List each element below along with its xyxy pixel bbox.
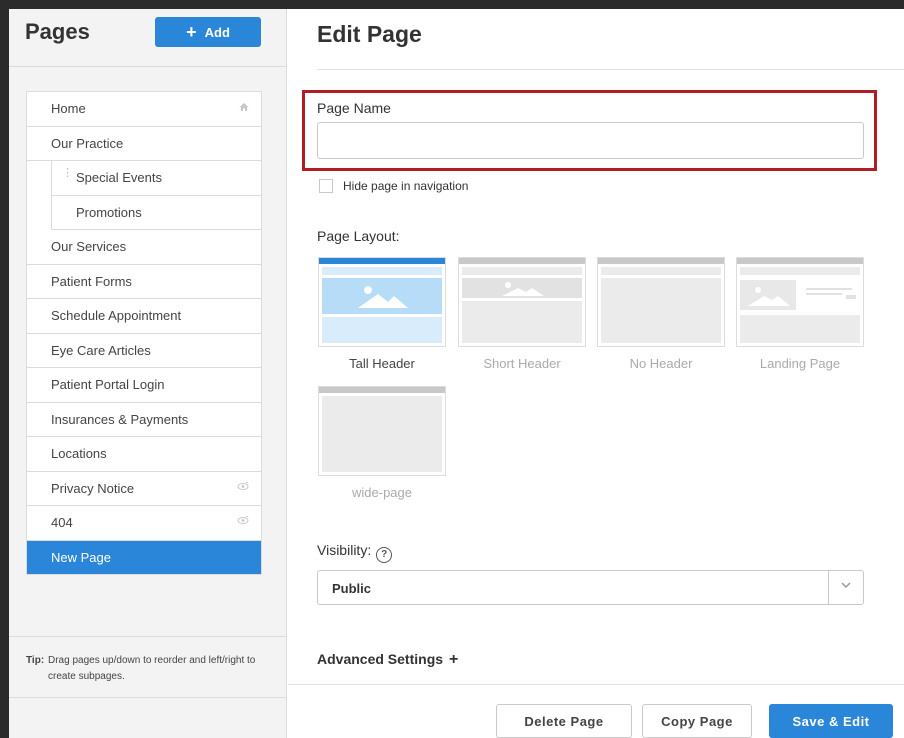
sidebar-header: Pages + Add (9, 9, 286, 67)
visibility-select[interactable]: Public (317, 570, 864, 605)
hidden-eye-icon (237, 515, 249, 528)
layout-short-header[interactable] (458, 257, 586, 347)
page-item-eye-care-articles[interactable]: Eye Care Articles (27, 333, 261, 368)
visibility-value: Public (332, 581, 372, 596)
page-item-label: Patient Portal Login (51, 377, 165, 393)
page-item-label: Promotions (76, 204, 142, 220)
frame-border-left (0, 0, 9, 738)
delete-page-button[interactable]: Delete Page (496, 704, 632, 738)
page-layout-label: Page Layout: (317, 228, 400, 244)
layout-top-bar (598, 258, 724, 264)
plus-icon: + (449, 651, 459, 668)
page-item-label: Home (51, 101, 86, 117)
hide-in-navigation-checkbox[interactable] (319, 179, 333, 193)
layout-hero-block (740, 278, 860, 312)
page-name-label: Page Name (317, 100, 391, 116)
page-item-label: Privacy Notice (51, 480, 135, 496)
layout-content-block (322, 317, 442, 343)
action-footer: Delete Page Copy Page Save & Edit (288, 684, 904, 738)
select-divider (828, 571, 829, 604)
image-placeholder-icon (358, 286, 408, 308)
layout-top-bar (319, 258, 445, 264)
add-button-label: Add (204, 24, 230, 40)
layout-wide-page-label: wide-page (352, 485, 412, 500)
copy-page-button[interactable]: Copy Page (642, 704, 752, 738)
page-item-label: New Page (51, 549, 111, 565)
layout-top-bar (319, 387, 445, 393)
page-item-privacy-notice[interactable]: Privacy Notice (27, 471, 261, 506)
frame-border-top (0, 0, 904, 9)
layout-content-block (740, 315, 860, 343)
page-item-label: 404 (51, 515, 73, 531)
page-item-patient-forms[interactable]: Patient Forms (27, 264, 261, 299)
page-item-label: Schedule Appointment (51, 308, 182, 324)
page-item-label: Locations (51, 446, 107, 462)
help-icon[interactable]: ? (376, 547, 393, 563)
page-item-label: Patient Forms (51, 273, 132, 289)
layout-landing-page-label: Landing Page (759, 356, 841, 371)
layout-content-block (462, 301, 582, 343)
image-placeholder-icon (740, 280, 856, 310)
drag-handle-icon[interactable]: ⋮ (62, 168, 73, 179)
visibility-label-text: Visibility: (317, 542, 372, 558)
layout-no-header-label: No Header (629, 356, 693, 371)
page-item-promotions[interactable]: Promotions (51, 195, 261, 230)
page-item-label: Special Events (76, 170, 162, 186)
page-item-label: Insurances & Payments (51, 411, 189, 427)
page-title: Edit Page (317, 21, 422, 47)
layout-hero-block (322, 278, 442, 314)
hidden-eye-icon (237, 481, 249, 494)
hide-in-navigation-label: Hide page in navigation (343, 179, 469, 193)
page-item-home[interactable]: Home (27, 92, 261, 127)
plus-icon: + (186, 22, 197, 42)
page-item-schedule-appointment[interactable]: Schedule Appointment (27, 299, 261, 334)
image-placeholder-icon (502, 282, 544, 296)
visibility-label: Visibility:? (317, 542, 393, 563)
title-divider (317, 69, 904, 70)
layout-nav-block (322, 267, 442, 275)
layout-top-bar (459, 258, 585, 264)
tip-label: Tip: (26, 655, 45, 666)
page-item-our-practice[interactable]: Our Practice (27, 126, 261, 161)
sidebar-title: Pages (25, 19, 90, 44)
page-list: Home Our Practice ⋮ Special Events Promo… (26, 91, 262, 575)
save-and-edit-button[interactable]: Save & Edit (769, 704, 893, 738)
layout-content-block (601, 278, 721, 343)
tip-box: Tip: Drag pages up/down to reorder and le… (9, 636, 286, 698)
layout-hero-block (462, 278, 582, 298)
layout-nav-block (740, 267, 860, 275)
layout-tall-header-label: Tall Header (349, 356, 415, 371)
page-item-new-page[interactable]: New Page (27, 540, 261, 575)
page-item-insurances-payments[interactable]: Insurances & Payments (27, 402, 261, 437)
page-item-404[interactable]: 404 (27, 506, 261, 541)
page-item-label: Our Practice (51, 135, 124, 151)
layout-short-header-label: Short Header (483, 356, 561, 371)
layout-content-block (322, 396, 442, 472)
page-item-patient-portal-login[interactable]: Patient Portal Login (27, 368, 261, 403)
chevron-down-icon (841, 582, 851, 589)
add-page-button[interactable]: + Add (155, 17, 261, 47)
layout-landing-page[interactable] (736, 257, 864, 347)
layout-nav-block (601, 267, 721, 275)
page-item-special-events[interactable]: ⋮ Special Events (51, 161, 261, 196)
edit-page-panel: Edit Page Page Name Hide page in navigat… (288, 9, 904, 738)
page-item-label: Our Services (51, 239, 127, 255)
pages-sidebar: Pages + Add Home Our Practice ⋮ Special … (9, 9, 287, 738)
layout-top-bar (737, 258, 863, 264)
home-icon (239, 102, 249, 115)
page-item-label: Eye Care Articles (51, 342, 151, 358)
layout-no-header[interactable] (597, 257, 725, 347)
layout-tall-header[interactable] (318, 257, 446, 347)
advanced-settings-toggle[interactable]: Advanced Settings + (317, 651, 458, 669)
advanced-settings-label: Advanced Settings (317, 651, 444, 667)
layout-wide-page[interactable] (318, 386, 446, 476)
tip-text: Drag pages up/down to reorder and left/r… (48, 655, 256, 682)
page-item-locations[interactable]: Locations (27, 437, 261, 472)
layout-nav-block (462, 267, 582, 275)
page-name-input[interactable] (317, 122, 864, 159)
page-item-our-services[interactable]: Our Services (27, 230, 261, 265)
